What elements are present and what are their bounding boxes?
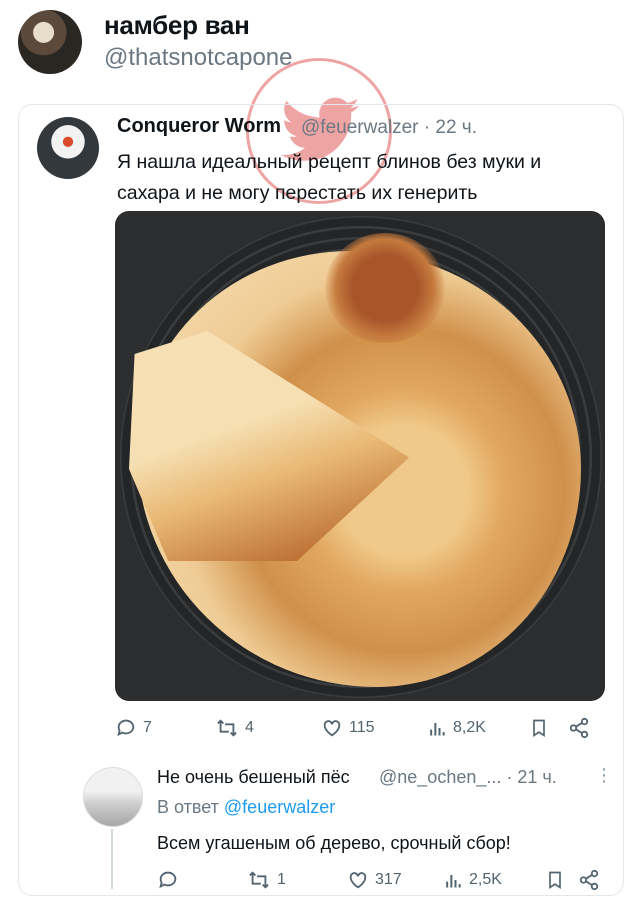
reply-count: 7 bbox=[143, 719, 152, 736]
views-icon bbox=[430, 723, 445, 736]
reply-icon bbox=[159, 871, 177, 889]
reply-views-button[interactable]: 2,5K bbox=[443, 869, 502, 891]
views-button[interactable]: 8,2K bbox=[427, 717, 486, 739]
reply-actions: 1 317 2,5K bbox=[157, 869, 605, 893]
like-button[interactable]: 115 bbox=[321, 717, 375, 739]
retweet-count: 4 bbox=[245, 719, 254, 736]
thread-line bbox=[111, 829, 113, 889]
like-count: 115 bbox=[349, 719, 375, 736]
retweet-button[interactable]: 4 bbox=[215, 717, 254, 739]
reply-bookmark-button[interactable] bbox=[545, 869, 565, 891]
reply-like-count: 317 bbox=[375, 871, 402, 888]
user-handle[interactable]: @thatsnotcapone bbox=[104, 44, 293, 72]
views-count: 8,2K bbox=[453, 719, 486, 736]
reply-author-name[interactable]: Не очень бешеный пёс bbox=[157, 767, 350, 788]
bookmark-button[interactable] bbox=[529, 717, 549, 739]
like-icon bbox=[323, 720, 341, 737]
bookmark-icon bbox=[549, 871, 561, 890]
share-button[interactable] bbox=[567, 717, 591, 739]
reply-to: В ответ @feuerwalzer bbox=[157, 797, 335, 818]
reply-button[interactable]: 7 bbox=[115, 717, 152, 739]
reply-author-meta[interactable]: @ne_ochen_... · 21 ч. bbox=[379, 767, 557, 788]
quoted-author-meta[interactable]: @feuerwalzer · 22 ч. bbox=[301, 117, 477, 139]
reply-icon bbox=[117, 719, 135, 737]
reply-retweet-count: 1 bbox=[277, 871, 286, 888]
quoted-tweet-card[interactable]: Conqueror Worm @feuerwalzer · 22 ч. Я на… bbox=[18, 104, 624, 896]
reply-like-button[interactable]: 317 bbox=[347, 869, 402, 891]
retweet-icon bbox=[249, 871, 269, 889]
share-icon bbox=[569, 717, 589, 739]
display-name[interactable]: намбер ван bbox=[104, 10, 250, 41]
quoted-tweet-actions: 7 4 115 8,2K bbox=[115, 717, 605, 743]
quoted-author-avatar[interactable] bbox=[37, 117, 99, 179]
more-options-icon[interactable]: ⋮ bbox=[595, 765, 613, 786]
reply-text: Всем угашеным об дерево, срочный сбор! bbox=[157, 833, 511, 853]
reply-to-handle-link[interactable]: @feuerwalzer bbox=[224, 797, 335, 817]
bookmark-icon bbox=[533, 719, 545, 738]
avatar[interactable] bbox=[18, 10, 82, 74]
reply-author-avatar[interactable] bbox=[83, 767, 143, 827]
reply-reply-button[interactable] bbox=[157, 869, 185, 891]
views-icon bbox=[446, 875, 461, 888]
reply-views-count: 2,5K bbox=[469, 871, 502, 888]
pancake-browned-spot bbox=[325, 233, 445, 343]
share-icon bbox=[579, 869, 599, 891]
pancake-photo[interactable] bbox=[115, 211, 605, 701]
reply-to-prefix: В ответ bbox=[157, 797, 219, 817]
retweet-icon bbox=[217, 719, 237, 737]
quoted-tweet-text: Я нашла идеальный рецепт блинов без муки… bbox=[117, 151, 542, 204]
reply-share-button[interactable] bbox=[577, 869, 601, 891]
quoted-author-name[interactable]: Conqueror Worm bbox=[117, 115, 281, 138]
reply-retweet-button[interactable]: 1 bbox=[247, 869, 286, 891]
like-icon bbox=[349, 872, 367, 889]
